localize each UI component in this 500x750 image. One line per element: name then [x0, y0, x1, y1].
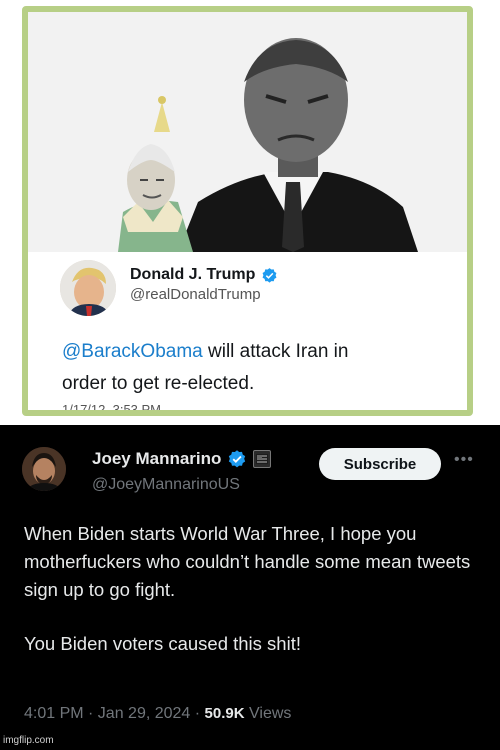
- author-name[interactable]: Joey Mannarino: [92, 449, 221, 469]
- image-frame: Donald J. Trump @realDonaldTrump @Barack…: [22, 6, 473, 416]
- author-handle[interactable]: @realDonaldTrump: [130, 286, 261, 303]
- meme-image-panel: Donald J. Trump @realDonaldTrump @Barack…: [0, 0, 500, 425]
- avatar[interactable]: [60, 260, 116, 316]
- tweet-text-line2: order to get re-elected.: [62, 373, 255, 394]
- author-name[interactable]: Donald J. Trump: [130, 266, 255, 284]
- tweet-text: @BarackObama will attack Iran in order t…: [62, 336, 452, 400]
- tweet-paragraph-1: When Biden starts World War Three, I hop…: [24, 523, 471, 600]
- more-options-icon[interactable]: •••: [454, 451, 474, 469]
- author-handle[interactable]: @JoeyMannarinoUS: [92, 476, 240, 494]
- tweet-text-line1: will attack Iran in: [202, 341, 349, 362]
- mention-link[interactable]: @BarackObama: [62, 341, 203, 362]
- author-name-row: Joey Mannarino: [92, 449, 272, 469]
- views-label: Views: [244, 705, 292, 722]
- tweet: Joey Mannarino @JoeyMannarinoUS Subscrib…: [0, 425, 500, 750]
- view-count[interactable]: 50.9K: [205, 705, 245, 722]
- subscribe-button[interactable]: Subscribe: [319, 448, 441, 480]
- verified-badge-icon: [262, 267, 277, 283]
- verified-badge-icon[interactable]: [227, 449, 247, 469]
- watermark: imgflip.com: [3, 735, 54, 746]
- quoted-tweet-card: Donald J. Trump @realDonaldTrump @Barack…: [54, 252, 444, 410]
- avatar-image: [60, 260, 116, 316]
- author-name-row: Donald J. Trump: [130, 266, 278, 284]
- tweet-paragraph-2: You Biden voters caused this shit!: [24, 633, 301, 654]
- affiliation-badge-icon[interactable]: [253, 450, 272, 468]
- tweet-meta: 4:01 PM · Jan 29, 2024 · 50.9K Views: [24, 705, 291, 723]
- avatar-image: [22, 447, 66, 491]
- meme-photo: [28, 12, 467, 252]
- tweet-timestamp[interactable]: 4:01 PM · Jan 29, 2024 ·: [24, 705, 205, 722]
- tweet-text: When Biden starts World War Three, I hop…: [24, 520, 494, 684]
- avatar[interactable]: [22, 447, 66, 491]
- tweet-timestamp[interactable]: 1/17/12, 3:53 PM: [62, 402, 161, 410]
